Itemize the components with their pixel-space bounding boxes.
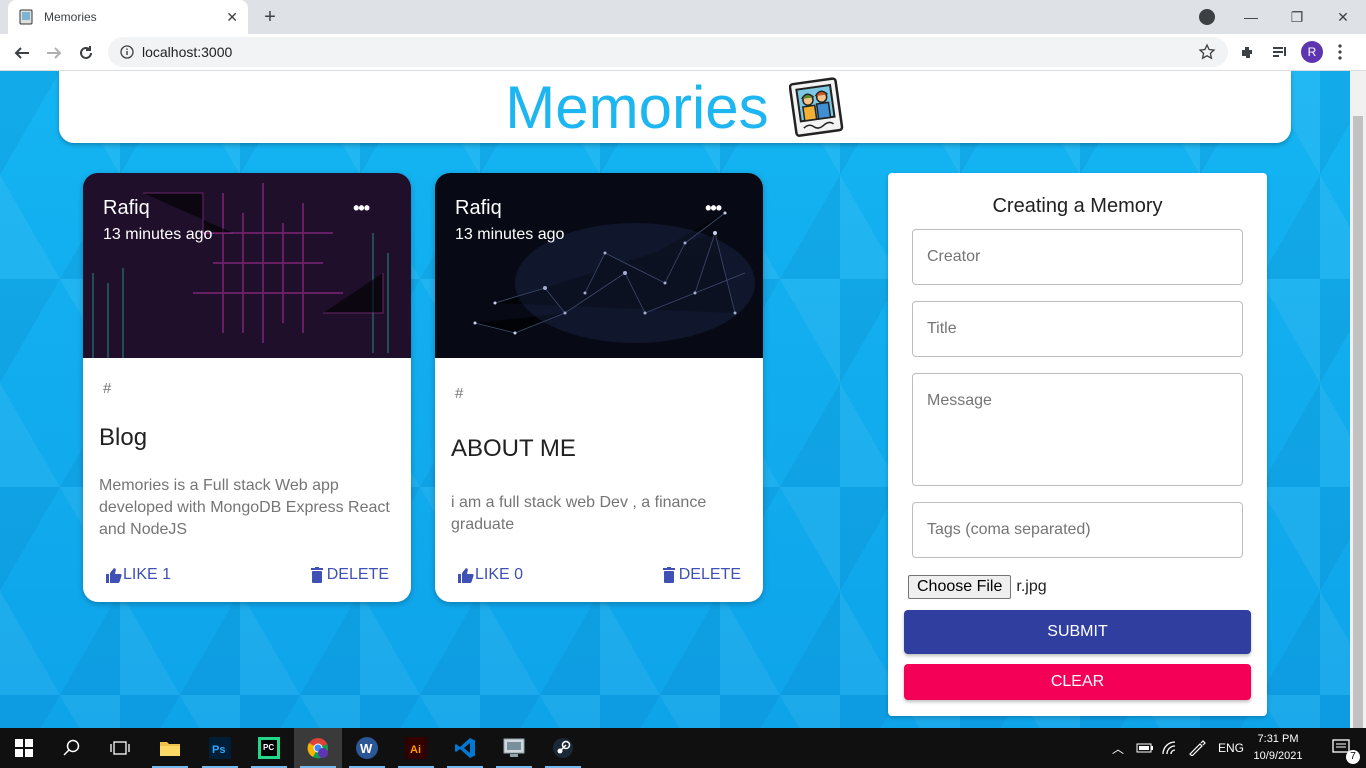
- trash-icon: [662, 567, 675, 583]
- steam-icon[interactable]: [539, 728, 587, 768]
- card-author: Rafiq: [455, 197, 502, 219]
- memories-logo-icon: [788, 77, 843, 137]
- profile-avatar[interactable]: R: [1301, 41, 1323, 63]
- app-heading: Memories: [505, 73, 769, 141]
- title-input[interactable]: [913, 302, 1242, 356]
- card-time: 13 minutes ago: [455, 226, 565, 243]
- memories-favicon-icon: [19, 9, 33, 25]
- app-header: Memories: [59, 71, 1291, 143]
- extensions-icon[interactable]: [1238, 42, 1258, 62]
- show-hidden-icons-icon[interactable]: ︿: [1112, 740, 1124, 757]
- address-bar[interactable]: localhost:3000: [108, 37, 1228, 67]
- clock-time: 7:31 PM: [1257, 733, 1299, 745]
- delete-label: DELETE: [326, 566, 389, 583]
- delete-button[interactable]: DELETE: [662, 566, 741, 584]
- svg-text:Ps: Ps: [212, 744, 225, 756]
- tags-field[interactable]: [912, 502, 1243, 558]
- card-message: Memories is a Full stack Web app develop…: [99, 477, 390, 538]
- svg-text:PC: PC: [263, 743, 274, 752]
- minimize-icon[interactable]: —: [1228, 0, 1274, 34]
- creator-field[interactable]: [912, 229, 1243, 285]
- photoshop-icon[interactable]: Ps: [196, 728, 244, 768]
- language-indicator[interactable]: ENG: [1218, 741, 1244, 755]
- browser-tab-bar: Memories ✕ + — ❐ ✕: [0, 0, 1366, 34]
- message-field[interactable]: [912, 373, 1243, 486]
- creator-input[interactable]: [913, 230, 1242, 284]
- memory-card: Rafiq 13 minutes ago ••• # Blog Memories…: [83, 173, 411, 602]
- chrome-icon[interactable]: [294, 728, 342, 768]
- system-tray: ︿ ENG: [1112, 728, 1244, 768]
- remote-desktop-icon[interactable]: [490, 728, 538, 768]
- scrollbar-thumb[interactable]: [1353, 116, 1363, 766]
- choose-file-button[interactable]: Choose File: [908, 575, 1012, 599]
- task-view-icon[interactable]: [96, 728, 144, 768]
- memory-card: Rafiq 13 minutes ago ••• # ABOUT ME i am…: [435, 173, 763, 602]
- browser-toolbar: localhost:3000: [0, 34, 1366, 71]
- illustrator-icon[interactable]: Ai: [392, 728, 440, 768]
- card-tags: #: [103, 380, 112, 397]
- back-arrow-icon[interactable]: [10, 41, 34, 65]
- reload-icon[interactable]: [74, 41, 98, 65]
- clock-date: 10/9/2021: [1253, 750, 1303, 762]
- message-input[interactable]: [913, 374, 1242, 485]
- like-button[interactable]: LIKE 1: [105, 566, 171, 584]
- thumb-up-icon: [106, 568, 122, 583]
- svg-text:W: W: [360, 741, 373, 756]
- pen-icon[interactable]: [1188, 740, 1206, 756]
- trash-icon: [310, 567, 323, 583]
- pycharm-icon[interactable]: PC: [245, 728, 293, 768]
- tags-input[interactable]: [913, 503, 1242, 557]
- close-window-icon[interactable]: ✕: [1320, 0, 1366, 34]
- battery-icon[interactable]: [1136, 742, 1154, 754]
- page-scrollbar[interactable]: [1350, 71, 1366, 766]
- svg-text:Ai: Ai: [410, 744, 421, 756]
- close-tab-icon[interactable]: ✕: [226, 9, 238, 26]
- card-title: ABOUT ME: [451, 435, 576, 462]
- new-tab-icon[interactable]: +: [258, 5, 282, 29]
- forward-arrow-icon[interactable]: [42, 41, 66, 65]
- card-author: Rafiq: [103, 197, 150, 219]
- vscode-icon[interactable]: [441, 728, 489, 768]
- word-app-icon[interactable]: W: [343, 728, 391, 768]
- taskbar: Ps PC W Ai ︿ ENG 7:31 PM 10/9/2021 7: [0, 728, 1366, 768]
- like-button[interactable]: LIKE 0: [457, 566, 523, 584]
- title-field[interactable]: [912, 301, 1243, 357]
- file-explorer-icon[interactable]: [146, 728, 194, 768]
- wifi-icon[interactable]: [1162, 741, 1180, 755]
- notification-count-badge: 7: [1346, 750, 1360, 764]
- like-label: LIKE 1: [123, 566, 172, 583]
- file-name: r.jpg: [1016, 578, 1047, 595]
- clear-button[interactable]: CLEAR: [904, 664, 1251, 700]
- bookmark-star-icon[interactable]: [1198, 43, 1216, 61]
- windows-start-icon[interactable]: [0, 728, 48, 768]
- search-icon[interactable]: [48, 728, 96, 768]
- card-tags: #: [455, 385, 464, 402]
- maximize-icon[interactable]: ❐: [1274, 0, 1320, 34]
- thumb-up-icon: [458, 568, 474, 583]
- tab-search-icon[interactable]: [1199, 9, 1215, 25]
- media-control-icon[interactable]: [1270, 42, 1290, 62]
- delete-label: DELETE: [678, 566, 741, 583]
- card-title: Blog: [99, 424, 148, 451]
- url-text: localhost:3000: [142, 44, 233, 60]
- file-input[interactable]: Choose File r.jpg: [908, 575, 1047, 599]
- form-title: Creating a Memory: [992, 195, 1163, 217]
- browser-menu-icon[interactable]: [1330, 42, 1350, 62]
- delete-button[interactable]: DELETE: [310, 566, 389, 584]
- browser-tab[interactable]: Memories ✕: [8, 0, 248, 34]
- page-viewport: Memories Rafiq 13 minutes ago ••• # Blog…: [0, 71, 1350, 728]
- notification-icon[interactable]: 7: [1318, 728, 1366, 768]
- card-message: i am a full stack web Dev , a finance gr…: [451, 494, 707, 533]
- card-time: 13 minutes ago: [103, 226, 213, 243]
- like-label: LIKE 0: [475, 566, 524, 583]
- submit-button[interactable]: SUBMIT: [904, 610, 1251, 654]
- more-options-icon[interactable]: •••: [705, 198, 722, 219]
- taskbar-clock[interactable]: 7:31 PM 10/9/2021: [1248, 731, 1308, 765]
- tab-title: Memories: [44, 10, 97, 24]
- memory-form: Creating a Memory Choose File r.jpg SUBM…: [888, 173, 1267, 716]
- more-options-icon[interactable]: •••: [353, 198, 370, 219]
- info-icon[interactable]: [120, 45, 134, 59]
